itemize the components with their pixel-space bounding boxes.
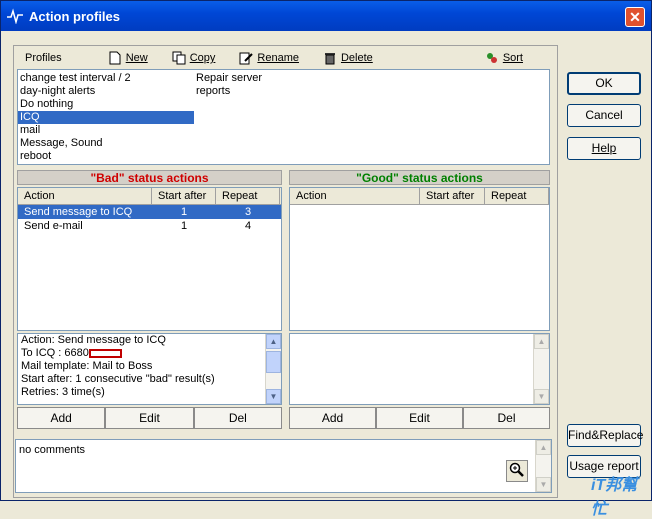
find-replace-button[interactable]: Find&Replace: [567, 424, 643, 447]
trash-icon: [323, 51, 337, 65]
edit-good-action-button[interactable]: Edit: [376, 407, 463, 429]
profile-item[interactable]: Message, Sound: [18, 137, 194, 150]
zoom-button[interactable]: [506, 460, 528, 482]
profile-item[interactable]: mail: [18, 124, 194, 137]
rename-button[interactable]: Rename: [239, 51, 299, 65]
profile-item[interactable]: day-night alerts: [18, 85, 194, 98]
profiles-column-2: Repair server reports: [194, 72, 262, 98]
new-label: New: [125, 52, 148, 64]
delete-good-action-button[interactable]: Del: [463, 407, 550, 429]
delete-bad-action-button[interactable]: Del: [193, 407, 282, 429]
scroll-up-icon[interactable]: ▲: [534, 334, 549, 349]
ok-button[interactable]: OK: [567, 72, 641, 95]
icq-number: To ICQ : 6680: [21, 347, 89, 359]
rename-label: Rename: [257, 52, 299, 64]
detail-line: Retries: 3 time(s): [21, 386, 105, 398]
good-status-header: "Good" status actions: [289, 170, 550, 185]
table-header: Action Start after Repeat: [290, 188, 549, 205]
detail-line: Mail template: Mail to Boss: [21, 360, 153, 372]
scroll-down-icon[interactable]: ▼: [534, 389, 549, 404]
table-header: Action Start after Repeat: [18, 188, 281, 205]
good-action-details[interactable]: ▲ ▼: [289, 333, 550, 405]
profile-item[interactable]: Repair server: [194, 72, 262, 85]
sort-label: Sort: [502, 52, 523, 64]
profiles-label: Profiles: [25, 52, 62, 64]
delete-button[interactable]: Delete: [323, 51, 373, 65]
watermark-logo: iT邦幫忙: [591, 477, 638, 518]
bad-action-buttons: Add Edit Del: [17, 407, 282, 429]
copy-button[interactable]: Copy: [172, 51, 216, 65]
close-button[interactable]: ✕: [625, 7, 645, 27]
table-row-selected[interactable]: Send message to ICQ 1 3: [18, 205, 281, 219]
bad-status-header: "Bad" status actions: [17, 170, 282, 185]
cancel-button[interactable]: Cancel: [567, 104, 641, 127]
profile-item[interactable]: reports: [194, 85, 262, 98]
column-header-start-after[interactable]: Start after: [420, 188, 485, 204]
sort-icon: [485, 51, 499, 65]
close-icon: ✕: [629, 8, 641, 25]
cell-action: Send message to ICQ: [24, 206, 133, 218]
copy-icon: [172, 51, 186, 65]
add-bad-action-button[interactable]: Add: [17, 407, 106, 429]
redaction-box: [88, 348, 122, 358]
cell-start-after: 1: [180, 206, 188, 218]
delete-label: Delete: [340, 52, 373, 64]
cell-action: Send e-mail: [24, 220, 83, 232]
profile-item-selected[interactable]: ICQ: [18, 111, 194, 124]
profiles-column-1: change test interval / 2 day-night alert…: [18, 72, 194, 163]
add-good-action-button[interactable]: Add: [289, 407, 376, 429]
cell-repeat: 3: [244, 206, 252, 218]
column-header-action[interactable]: Action: [18, 188, 152, 204]
comments-text: no comments: [19, 444, 86, 456]
cell-repeat: 4: [244, 220, 252, 232]
vertical-scrollbar[interactable]: ▲ ▼: [535, 440, 551, 492]
new-button[interactable]: New: [108, 51, 148, 65]
action-profiles-window: Action profiles ✕ Profiles New Copy Rena…: [0, 0, 652, 518]
bad-action-details[interactable]: Action: Send message to ICQ To ICQ : 668…: [17, 333, 282, 405]
profiles-toolbar: Profiles New Copy Rename Delete Sort: [15, 48, 555, 68]
column-header-repeat[interactable]: Repeat: [216, 188, 280, 204]
scroll-down-icon[interactable]: ▼: [266, 389, 281, 404]
edit-bad-action-button[interactable]: Edit: [105, 407, 194, 429]
profiles-list[interactable]: change test interval / 2 day-night alert…: [17, 69, 550, 165]
column-header-start-after[interactable]: Start after: [152, 188, 216, 204]
profile-item[interactable]: change test interval / 2: [18, 72, 194, 85]
cell-start-after: 1: [180, 220, 188, 232]
rename-icon: [239, 51, 254, 65]
magnifier-icon: [509, 462, 525, 481]
scroll-up-icon[interactable]: ▲: [266, 334, 281, 349]
detail-line-icq: To ICQ : 6680: [18, 347, 281, 360]
column-header-action[interactable]: Action: [290, 188, 420, 204]
detail-line: Action: Send message to ICQ: [21, 334, 166, 346]
window-title: Action profiles: [29, 8, 121, 24]
detail-line: Start after: 1 consecutive "bad" result(…: [21, 373, 215, 385]
scroll-up-icon[interactable]: ▲: [536, 440, 551, 455]
new-document-icon: [108, 51, 122, 65]
sort-button[interactable]: Sort: [485, 51, 523, 65]
vertical-scrollbar[interactable]: ▲ ▼: [265, 334, 281, 404]
pulse-icon: [7, 8, 23, 25]
help-button[interactable]: Help: [567, 137, 641, 160]
bad-actions-table[interactable]: Action Start after Repeat Send message t…: [17, 187, 282, 331]
good-actions-table[interactable]: Action Start after Repeat: [289, 187, 550, 331]
comments-field[interactable]: no comments ▲ ▼: [15, 439, 552, 493]
copy-label: Copy: [189, 52, 216, 64]
scroll-thumb[interactable]: [266, 351, 281, 373]
profile-item[interactable]: reboot: [18, 150, 194, 163]
vertical-scrollbar[interactable]: ▲ ▼: [533, 334, 549, 404]
column-header-repeat[interactable]: Repeat: [485, 188, 549, 204]
good-action-buttons: Add Edit Del: [289, 407, 550, 429]
title-bar[interactable]: Action profiles ✕: [1, 1, 651, 31]
profile-item[interactable]: Do nothing: [18, 98, 194, 111]
table-row[interactable]: Send e-mail 1 4: [18, 219, 281, 233]
scroll-down-icon[interactable]: ▼: [536, 477, 551, 492]
